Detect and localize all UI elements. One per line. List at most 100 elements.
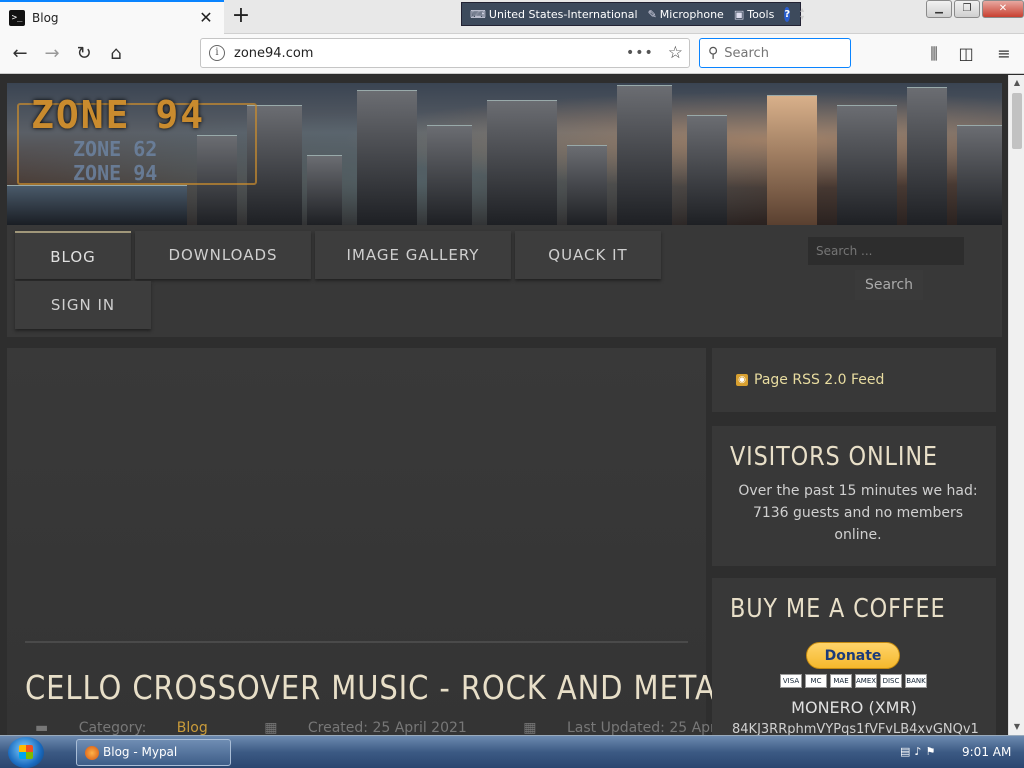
- menu-item-image-gallery[interactable]: IMAGE GALLERY: [315, 231, 511, 279]
- help-icon[interactable]: ?: [784, 6, 791, 22]
- menu-item-quack-it[interactable]: QUACK IT: [515, 231, 661, 279]
- microphone-icon: ✎: [647, 7, 657, 21]
- bookmark-star-icon[interactable]: ☆: [668, 43, 683, 63]
- scroll-down-icon[interactable]: ▼: [1009, 719, 1024, 735]
- page-viewport: ZONE 94 ZONE 62 ZONE 94 BLOG DOWNLOADS I…: [0, 75, 1008, 735]
- tools-icon: ▣: [733, 7, 745, 21]
- taskbar-app-button[interactable]: Blog - Mypal: [76, 739, 231, 766]
- keyboard-layout-item[interactable]: ⌨ United States-International: [470, 8, 638, 21]
- microphone-label: Microphone: [659, 7, 724, 21]
- bank-icon: BANK: [905, 674, 927, 688]
- city-building-image: [957, 125, 1002, 225]
- new-tab-button[interactable]: +: [228, 4, 254, 30]
- city-building-image: [767, 95, 817, 225]
- buy-me-a-coffee-card: BUY ME A COFFEE Donate VISA MC MAE AMEX …: [712, 578, 996, 735]
- monero-address[interactable]: 84KJ3RRphmVYPqs1fVFvLB4xvGNQv1: [732, 722, 992, 735]
- visa-icon: VISA: [780, 674, 802, 688]
- window-close-button[interactable]: ✕: [982, 0, 1024, 18]
- language-bar-options-icon[interactable]: ▴ ▾: [800, 6, 804, 22]
- system-clock[interactable]: 9:01 AM: [962, 745, 1011, 759]
- city-building-image: [567, 145, 607, 225]
- hamburger-menu-icon[interactable]: ≡: [990, 40, 1018, 68]
- library-icon[interactable]: ⫼: [920, 40, 948, 68]
- main-content: CELLO CROSSOVER MUSIC - ROCK AND METAL ▬…: [7, 348, 764, 735]
- site-logo[interactable]: ZONE 94: [31, 93, 205, 137]
- tools-item[interactable]: ▣ Tools: [734, 8, 775, 21]
- menu-item-blog[interactable]: BLOG: [15, 231, 131, 279]
- browser-search-input[interactable]: [724, 45, 835, 61]
- terminal-favicon-icon: >_: [9, 10, 25, 26]
- menu-item-sign-in[interactable]: SIGN IN: [15, 281, 151, 329]
- system-tray: ▤ ♪ ⚑: [900, 745, 935, 758]
- volume-icon[interactable]: ♪: [914, 745, 921, 758]
- city-building-image: [837, 105, 897, 225]
- visitors-online-card: VISITORS ONLINE Over the past 15 minutes…: [712, 426, 996, 566]
- logo-subtitle: ZONE 62: [73, 137, 158, 161]
- taskbar-app-label: Blog - Mypal: [103, 745, 178, 759]
- rss-card: ◉ Page RSS 2.0 Feed: [712, 348, 996, 412]
- language-bar: ⌨ United States-International ✎ Micropho…: [461, 2, 804, 26]
- site-search-input[interactable]: [808, 237, 964, 265]
- visitors-text: Over the past 15 minutes we had: 7136 gu…: [738, 483, 978, 543]
- article-title[interactable]: CELLO CROSSOVER MUSIC - ROCK AND METAL: [25, 668, 733, 707]
- coffee-title: BUY ME A COFFEE: [730, 594, 946, 624]
- sidebar-toggle-icon[interactable]: ◫: [952, 40, 980, 68]
- site-info-icon[interactable]: i: [209, 45, 225, 61]
- restore-button[interactable]: ❐: [954, 0, 980, 18]
- close-tab-button[interactable]: ✕: [194, 6, 218, 30]
- windows-taskbar: Blog - Mypal ▤ ♪ ⚑ 9:01 AM: [0, 735, 1024, 768]
- discover-icon: DISC: [880, 674, 902, 688]
- home-icon[interactable]: ⌂: [102, 40, 130, 68]
- city-building-image: [357, 90, 417, 225]
- menu-item-downloads[interactable]: DOWNLOADS: [135, 231, 311, 279]
- flag-icon[interactable]: ⚑: [925, 745, 935, 758]
- calendar-icon: ▦: [523, 720, 541, 735]
- minimize-button[interactable]: ▁: [926, 0, 952, 18]
- city-building-image: [7, 185, 187, 225]
- created-meta: ▦ Created: 25 April 2021: [264, 720, 493, 735]
- forward-arrow-icon[interactable]: →: [38, 40, 66, 68]
- article-meta: ▬ Category: Blog ▦ Created: 25 April 202…: [35, 720, 816, 735]
- content-divider: [25, 641, 688, 643]
- created-date: Created: 25 April 2021: [307, 720, 467, 735]
- network-icon[interactable]: ▤: [900, 745, 910, 758]
- rss-label: Page RSS 2.0 Feed: [754, 372, 885, 388]
- monero-label: MONERO (XMR): [791, 698, 917, 717]
- address-bar[interactable]: i zone94.com ••• ☆: [200, 38, 690, 68]
- city-building-image: [687, 115, 727, 225]
- city-building-image: [427, 125, 472, 225]
- tools-label: Tools: [747, 7, 775, 21]
- start-button[interactable]: [8, 737, 44, 768]
- tab-blog[interactable]: >_ Blog ✕: [0, 0, 224, 34]
- browser-search-box[interactable]: ⚲: [699, 38, 851, 68]
- folder-icon: ▬: [35, 720, 53, 735]
- tab-title: Blog: [32, 11, 59, 25]
- payment-card-logos: VISA MC MAE AMEX DISC BANK: [780, 674, 927, 688]
- windows-logo-icon: [19, 745, 33, 759]
- category-link[interactable]: Blog: [177, 720, 208, 735]
- rss-feed-link[interactable]: ◉ Page RSS 2.0 Feed: [736, 372, 884, 388]
- reload-icon[interactable]: ↻: [70, 40, 98, 68]
- vertical-scrollbar[interactable]: ▲ ▼: [1008, 75, 1024, 735]
- amex-icon: AMEX: [855, 674, 877, 688]
- navigation-toolbar: ← → ↻ ⌂ i zone94.com ••• ☆ ⚲ ⫼ ◫ ≡: [0, 34, 1024, 74]
- city-building-image: [487, 100, 557, 225]
- back-arrow-icon[interactable]: ←: [6, 40, 34, 68]
- visitors-title: VISITORS ONLINE: [730, 442, 938, 472]
- browser-app-icon: [85, 746, 99, 760]
- page-actions-icon[interactable]: •••: [626, 45, 654, 61]
- calendar-icon: ▦: [264, 720, 282, 735]
- city-building-image: [907, 87, 947, 225]
- scroll-up-icon[interactable]: ▲: [1009, 75, 1024, 91]
- window-controls: ▁ ❐ ✕: [924, 0, 1024, 20]
- tab-bar: >_ Blog ✕ + ⌨ United States-Internationa…: [0, 0, 1024, 34]
- logo-subtitle: ZONE 94: [73, 161, 158, 185]
- scrollbar-thumb[interactable]: [1012, 93, 1022, 149]
- site-search-button[interactable]: Search: [855, 270, 923, 300]
- microphone-item[interactable]: ✎ Microphone: [648, 8, 724, 21]
- url-text[interactable]: zone94.com: [234, 46, 626, 61]
- keyboard-layout-label: United States-International: [488, 7, 638, 21]
- category-prefix: Category:: [78, 720, 151, 735]
- donate-button[interactable]: Donate: [806, 642, 900, 669]
- rss-icon: ◉: [736, 374, 748, 386]
